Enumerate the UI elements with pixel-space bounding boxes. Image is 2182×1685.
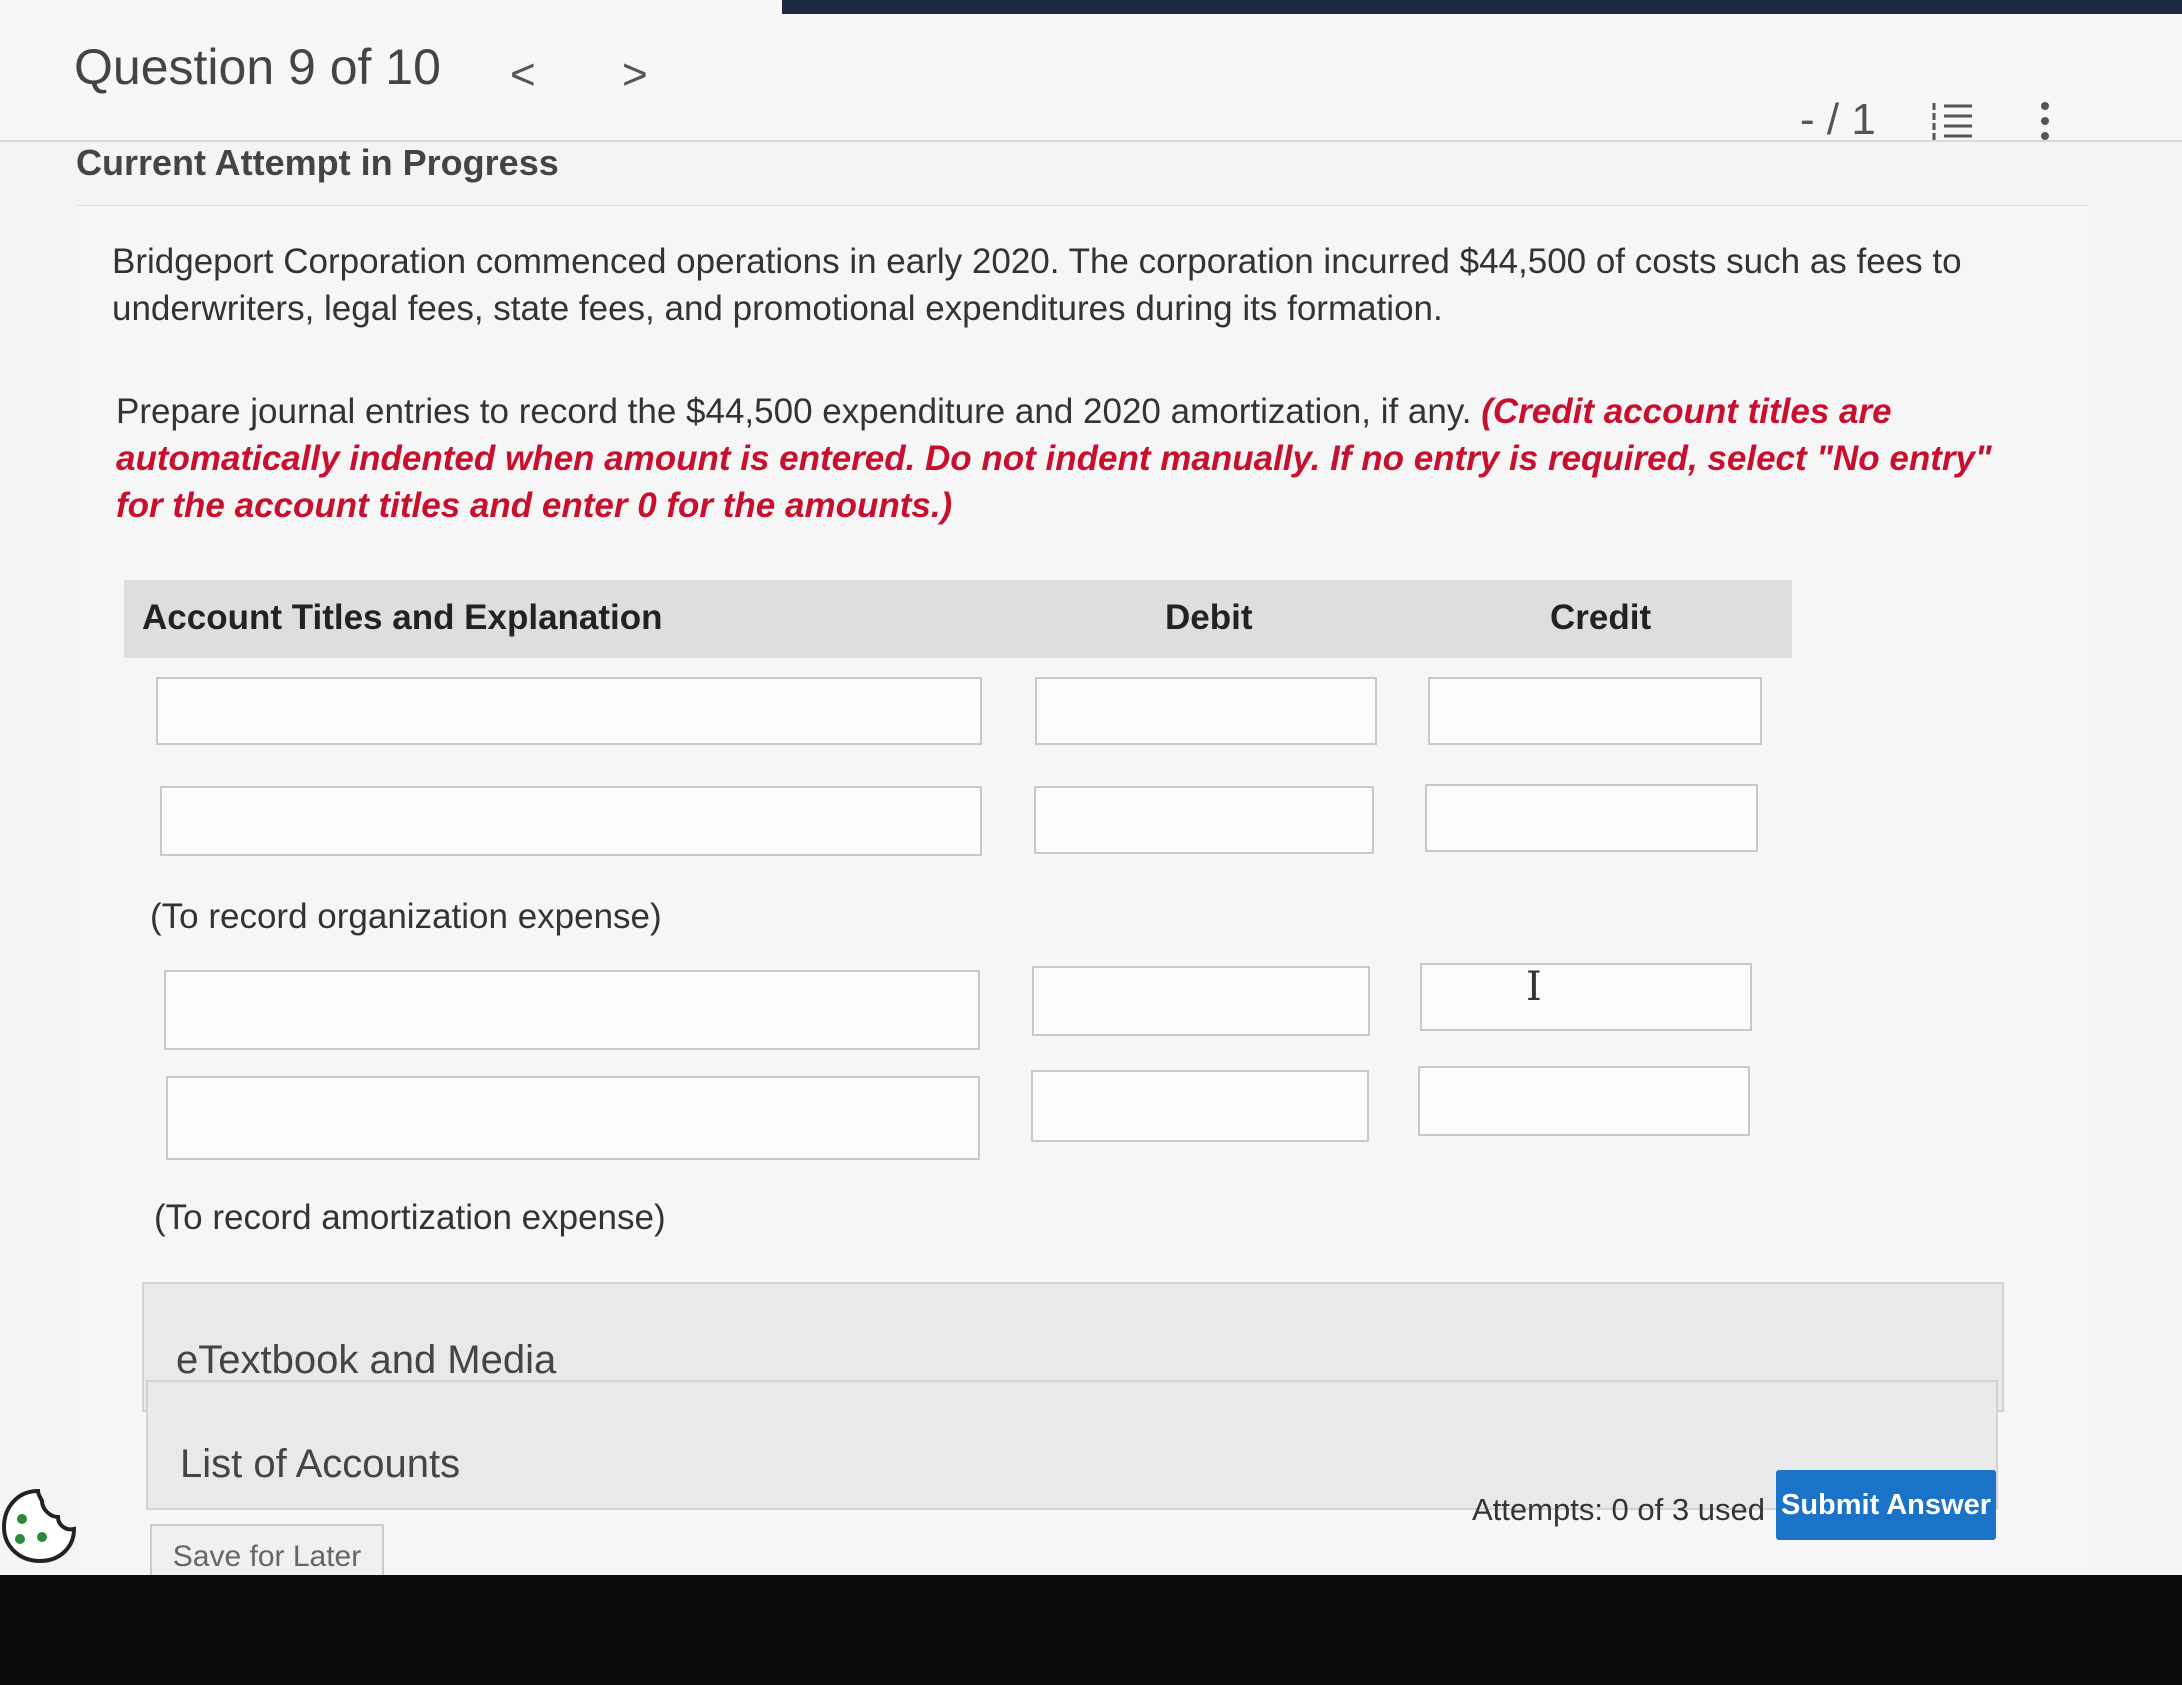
entry1-credit-field-2[interactable] bbox=[1425, 784, 1758, 852]
screen-bottom-bezel bbox=[0, 1575, 2182, 1685]
entry1-debit-field-2[interactable] bbox=[1034, 786, 1374, 854]
entry1-debit-field-1[interactable] bbox=[1035, 677, 1377, 745]
attempt-status-label: Current Attempt in Progress bbox=[76, 142, 559, 183]
score-display: - / 1 bbox=[1800, 95, 1876, 144]
entry2-debit-field-2[interactable] bbox=[1031, 1070, 1369, 1142]
entry1-account-field-1[interactable] bbox=[156, 677, 982, 745]
question-title: Question 9 of 10 bbox=[74, 39, 441, 95]
question-list-icon[interactable] bbox=[1930, 100, 1974, 140]
credit-column-header: Credit bbox=[1550, 598, 1652, 637]
entry2-account-field-2[interactable] bbox=[166, 1076, 980, 1160]
prev-question-button[interactable]: < bbox=[510, 50, 536, 100]
submit-answer-button[interactable]: Submit Answer bbox=[1776, 1470, 1996, 1540]
entry2-credit-field-2[interactable] bbox=[1418, 1066, 1750, 1136]
entry1-credit-field-1[interactable] bbox=[1428, 677, 1762, 745]
account-column-header: Account Titles and Explanation bbox=[142, 598, 663, 637]
entry1-explanation: (To record organization expense) bbox=[150, 897, 662, 936]
more-options-icon[interactable] bbox=[2030, 100, 2060, 144]
list-of-accounts-label: List of Accounts bbox=[180, 1442, 461, 1486]
entry2-explanation: (To record amortization expense) bbox=[154, 1198, 666, 1237]
next-question-button[interactable]: > bbox=[622, 50, 648, 100]
entry2-credit-field-1[interactable] bbox=[1420, 963, 1752, 1031]
attempts-counter: Attempts: 0 of 3 used bbox=[1472, 1492, 1765, 1527]
cookie-settings-icon[interactable] bbox=[0, 1485, 80, 1565]
question-text: Bridgeport Corporation commenced operati… bbox=[112, 242, 1962, 328]
entry2-account-field-1[interactable] bbox=[164, 970, 980, 1050]
instruction-plain: Prepare journal entries to record the $4… bbox=[116, 392, 1482, 431]
question-instructions: Prepare journal entries to record the $4… bbox=[116, 388, 2006, 529]
debit-column-header: Debit bbox=[1165, 598, 1253, 637]
entry1-account-field-2[interactable] bbox=[160, 786, 982, 856]
text-cursor-icon: I bbox=[1526, 964, 1542, 1010]
window-top-edge bbox=[782, 0, 2182, 14]
entry2-debit-field-1[interactable] bbox=[1032, 966, 1370, 1036]
etextbook-label: eTextbook and Media bbox=[176, 1338, 557, 1382]
